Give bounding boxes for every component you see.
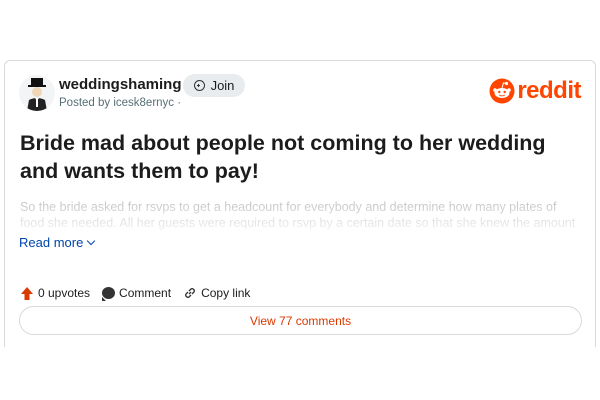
post-actions: 0 upvotes Comment Copy link bbox=[20, 284, 262, 302]
copy-link-label: Copy link bbox=[201, 286, 251, 300]
posted-by-text[interactable]: Posted by icesk8ernyc · bbox=[59, 97, 181, 109]
comment-bubble-icon bbox=[102, 287, 116, 301]
reddit-logo[interactable]: reddit bbox=[489, 77, 581, 105]
view-comments-label: View 77 comments bbox=[249, 313, 352, 328]
join-button[interactable]: Join bbox=[183, 74, 245, 97]
chevron-down-icon bbox=[87, 236, 96, 246]
subreddit-avatar[interactable] bbox=[19, 75, 55, 111]
groom-avatar-icon bbox=[27, 78, 47, 111]
reddit-wordmark: reddit bbox=[517, 77, 581, 104]
comment-action[interactable]: Comment bbox=[102, 286, 172, 301]
reddit-snoo-icon bbox=[489, 78, 515, 104]
subreddit-name[interactable]: weddingshaming bbox=[59, 76, 182, 93]
upvote-count: 0 upvotes bbox=[38, 286, 91, 300]
post-title[interactable]: Bride mad about people not coming to her… bbox=[20, 129, 580, 185]
view-comments-button[interactable]: View 77 comments bbox=[19, 306, 582, 335]
post-body-preview: So the bride asked for rsvps to get a he… bbox=[20, 200, 576, 230]
upvote-arrow-icon bbox=[21, 286, 33, 300]
read-more-label: Read more bbox=[19, 235, 84, 250]
upvote-action[interactable]: 0 upvotes bbox=[20, 286, 90, 301]
embedded-post-card: weddingshaming Posted by icesk8ernyc · J… bbox=[4, 60, 596, 347]
post-header: weddingshaming Posted by icesk8ernyc · J… bbox=[19, 74, 583, 114]
plus-circle-icon bbox=[193, 80, 205, 91]
copy-link-action[interactable]: Copy link bbox=[183, 286, 250, 300]
comment-label: Comment bbox=[119, 286, 172, 300]
read-more-link[interactable]: Read more bbox=[19, 235, 96, 250]
link-chain-icon bbox=[185, 288, 195, 298]
join-label: Join bbox=[210, 78, 235, 93]
